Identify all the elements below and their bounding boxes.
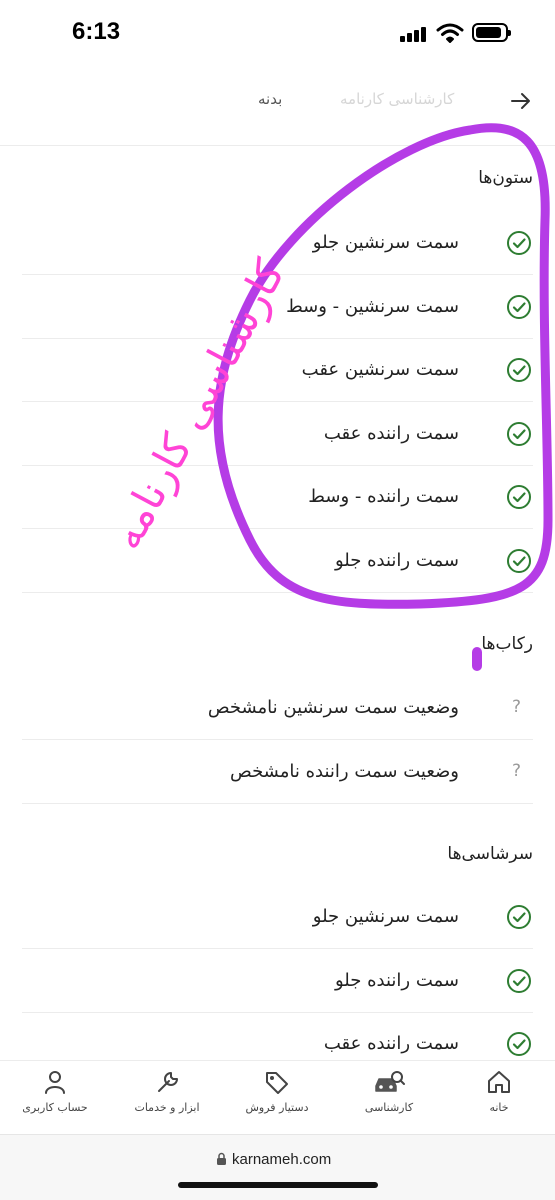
back-arrow-icon[interactable] [508, 88, 534, 114]
check-icon [507, 548, 531, 573]
battery-icon [472, 23, 511, 42]
check-icon [507, 294, 531, 319]
section-title-steps: رکاب‌ها [481, 634, 533, 654]
tab-tools-services-label: ابزار و خدمات [134, 1101, 200, 1114]
check-icon [507, 231, 531, 255]
tab-inspection-label: کارشناسی [364, 1101, 414, 1114]
tab-inspection[interactable]: کارشناسی [334, 1069, 444, 1129]
check-icon [507, 421, 531, 446]
wifi-icon [436, 23, 464, 43]
tag-icon [266, 1072, 288, 1094]
list-item-label: سمت راننده عقب [323, 422, 459, 444]
list-item[interactable]: سمت سرنشین عقب [22, 339, 533, 402]
tab-home[interactable]: خانه [444, 1069, 554, 1129]
list-item-label: سمت سرنشین عقب [301, 359, 459, 380]
list-item[interactable]: سمت راننده عقب [22, 403, 533, 466]
list-item[interactable]: سمت راننده جلو [22, 530, 533, 593]
page-title: کارشناسی کارنامه [340, 90, 455, 108]
breadcrumb[interactable]: بدنه [258, 90, 282, 108]
list-item-label: وضعیت سمت سرنشین نامشخص [207, 697, 459, 718]
list-item[interactable]: سمت سرنشین جلو [22, 886, 533, 949]
page-header: کارشناسی کارنامه بدنه [0, 66, 555, 146]
tab-account[interactable]: حساب کاربری [0, 1069, 110, 1129]
list-item-label: وضعیت سمت راننده نامشخص [230, 760, 459, 782]
wrench-icon [158, 1072, 178, 1092]
list-item-label: سمت سرنشین - وسط [286, 295, 459, 317]
bottom-tab-bar: خانه کارشناسی دستیار فروش ابزار و خدمات … [0, 1060, 555, 1134]
home-icon [488, 1071, 510, 1093]
check-icon [507, 1032, 531, 1056]
check-icon [507, 968, 531, 993]
tab-tools-services[interactable]: ابزار و خدمات [112, 1069, 222, 1129]
tab-home-label: خانه [489, 1101, 509, 1114]
user-icon [45, 1071, 65, 1094]
status-time: 6:13 [72, 18, 121, 45]
browser-url-bar[interactable]: karnameh.com [0, 1134, 555, 1200]
signal-icon [400, 26, 428, 42]
list-item-label: سمت راننده جلو [334, 549, 459, 571]
list-item[interactable]: ? وضعیت سمت راننده نامشخص [22, 741, 533, 804]
list-item[interactable]: سمت راننده - وسط [22, 466, 533, 529]
check-icon [507, 358, 531, 382]
lock-icon [217, 1152, 226, 1165]
section-title-pillars: ستون‌ها [478, 168, 533, 188]
list-item-label: سمت راننده - وسط [308, 486, 459, 507]
list-item-label: سمت راننده عقب [323, 1033, 459, 1054]
url-text: karnameh.com [232, 1151, 332, 1168]
list-item[interactable]: سمت راننده جلو [22, 950, 533, 1013]
tab-sales-assistant-label: دستیار فروش [245, 1101, 309, 1114]
list-item-label: سمت راننده جلو [334, 969, 459, 991]
car-inspection-icon [375, 1071, 405, 1092]
list-item[interactable]: ? وضعیت سمت سرنشین نامشخص [22, 677, 533, 740]
tab-sales-assistant[interactable]: دستیار فروش [222, 1069, 332, 1129]
list-item-label: سمت سرنشین جلو [312, 906, 459, 927]
question-mark-icon: ? [512, 760, 522, 781]
status-bar: 6:13 [0, 0, 555, 66]
section-title-roof-rails: سرشاسی‌ها [447, 844, 533, 864]
list-item-label: سمت سرنشین جلو [312, 232, 459, 253]
battery-fill [476, 27, 502, 38]
home-indicator [178, 1182, 378, 1188]
check-icon [507, 485, 531, 509]
tab-account-label: حساب کاربری [22, 1101, 88, 1114]
question-mark-icon: ? [512, 697, 522, 717]
check-icon [507, 905, 531, 929]
